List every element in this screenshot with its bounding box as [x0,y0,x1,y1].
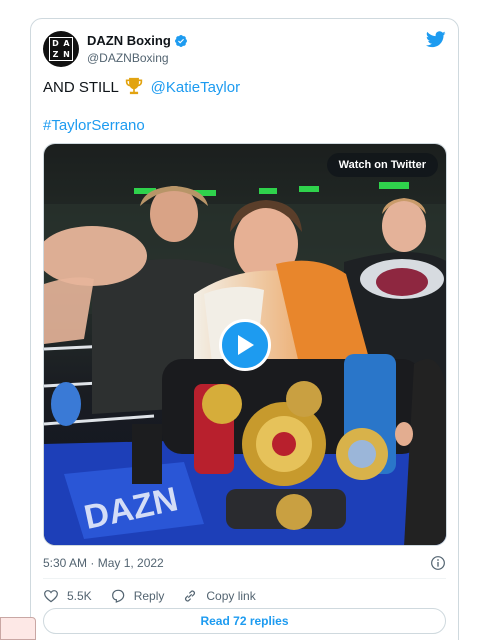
like-button[interactable]: 5.5K [43,588,92,604]
timestamp-row: 5:30 AM · May 1, 2022 [43,553,446,573]
link-icon [185,590,196,602]
divider [43,578,446,579]
mention-link[interactable]: @KatieTaylor [151,79,240,96]
logo-letter: D [52,39,59,48]
reply-icon [111,589,124,603]
heart-icon [44,590,58,603]
logo-letter: Z [52,50,59,59]
twitter-bird-icon[interactable] [426,31,446,48]
logo-letter: N [63,50,70,59]
corner-widget[interactable] [0,617,36,640]
reply-button[interactable]: Reply [110,588,165,604]
info-icon[interactable] [430,555,446,571]
verified-badge-icon [174,34,187,47]
timestamp[interactable]: 5:30 AM · May 1, 2022 [43,556,164,570]
handle[interactable]: @DAZNBoxing [87,51,169,65]
read-replies-button[interactable]: Read 72 replies [43,608,446,634]
copy-link-label: Copy link [206,589,256,603]
name-row[interactable]: DAZN Boxing [87,33,188,48]
watch-on-twitter-button[interactable]: Watch on Twitter [326,153,438,177]
logo-letter: A [63,39,70,48]
tweet-text-prefix: AND STILL [43,79,119,96]
hashtag-link[interactable]: #TaylorSerrano [43,116,145,136]
tweet-text: AND STILL @KatieTaylor [43,77,240,98]
avatar[interactable]: D A Z N [43,31,79,67]
reply-label: Reply [133,589,165,603]
video-thumbnail[interactable]: DAZN Watch on Twitter [43,143,447,546]
dazn-logo: D A Z N [49,37,73,61]
like-count: 5.5K [67,589,92,603]
copy-link-button[interactable]: Copy link [182,588,256,604]
trophy-icon [126,77,143,95]
play-button[interactable] [219,319,271,371]
tweet-card: D A Z N DAZN Boxing @DAZNBoxing AND STIL… [30,18,459,640]
play-icon [238,335,254,355]
tweet-header: D A Z N DAZN Boxing @DAZNBoxing [43,31,446,71]
action-bar: 5.5K Reply Copy link [43,585,446,607]
display-name[interactable]: DAZN Boxing [87,33,171,48]
